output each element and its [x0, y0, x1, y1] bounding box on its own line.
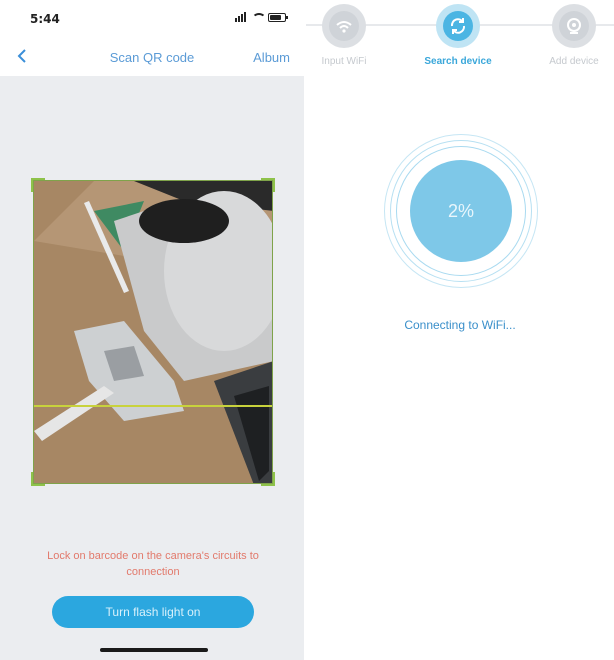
screenshot-composite: 5:44 Scan QR code Album Lock on barcode … — [0, 0, 614, 660]
flash-light-button[interactable]: Turn flash light on — [52, 596, 254, 628]
step-search-device — [436, 4, 480, 48]
refresh-icon — [443, 11, 473, 41]
progress-percent: 2% — [410, 160, 512, 262]
scan-qr-screen: 5:44 Scan QR code Album Lock on barcode … — [0, 0, 304, 660]
search-device-screen: Input WiFi Search device Add device 2% C… — [306, 0, 614, 660]
status-bar: 5:44 — [0, 0, 304, 38]
connection-status-text: Connecting to WiFi... — [404, 318, 516, 332]
frame-corner — [261, 472, 275, 486]
wifi-status-icon — [251, 12, 263, 22]
scan-hint-text: Lock on barcode on the camera's circuits… — [47, 550, 259, 578]
battery-icon — [268, 13, 288, 22]
step-label-search-device: Search device — [424, 56, 492, 67]
scan-line — [34, 405, 272, 407]
nav-bar: Scan QR code Album — [0, 38, 304, 76]
wifi-icon — [329, 11, 359, 41]
signal-icon — [235, 12, 246, 22]
home-indicator — [100, 648, 208, 652]
system-icons — [235, 12, 288, 22]
camera-preview-image — [34, 181, 272, 483]
camera-viewfinder — [33, 180, 273, 484]
step-input-wifi — [322, 4, 366, 48]
frame-corner — [31, 472, 45, 486]
frame-corner — [31, 178, 45, 192]
frame-corner — [261, 178, 275, 192]
step-add-device — [552, 4, 596, 48]
album-button[interactable]: Album — [253, 50, 290, 65]
step-label-input-wifi: Input WiFi — [321, 56, 367, 67]
camera-icon — [559, 11, 589, 41]
step-label-add-device: Add device — [549, 56, 599, 67]
status-time: 5:44 — [30, 12, 60, 26]
